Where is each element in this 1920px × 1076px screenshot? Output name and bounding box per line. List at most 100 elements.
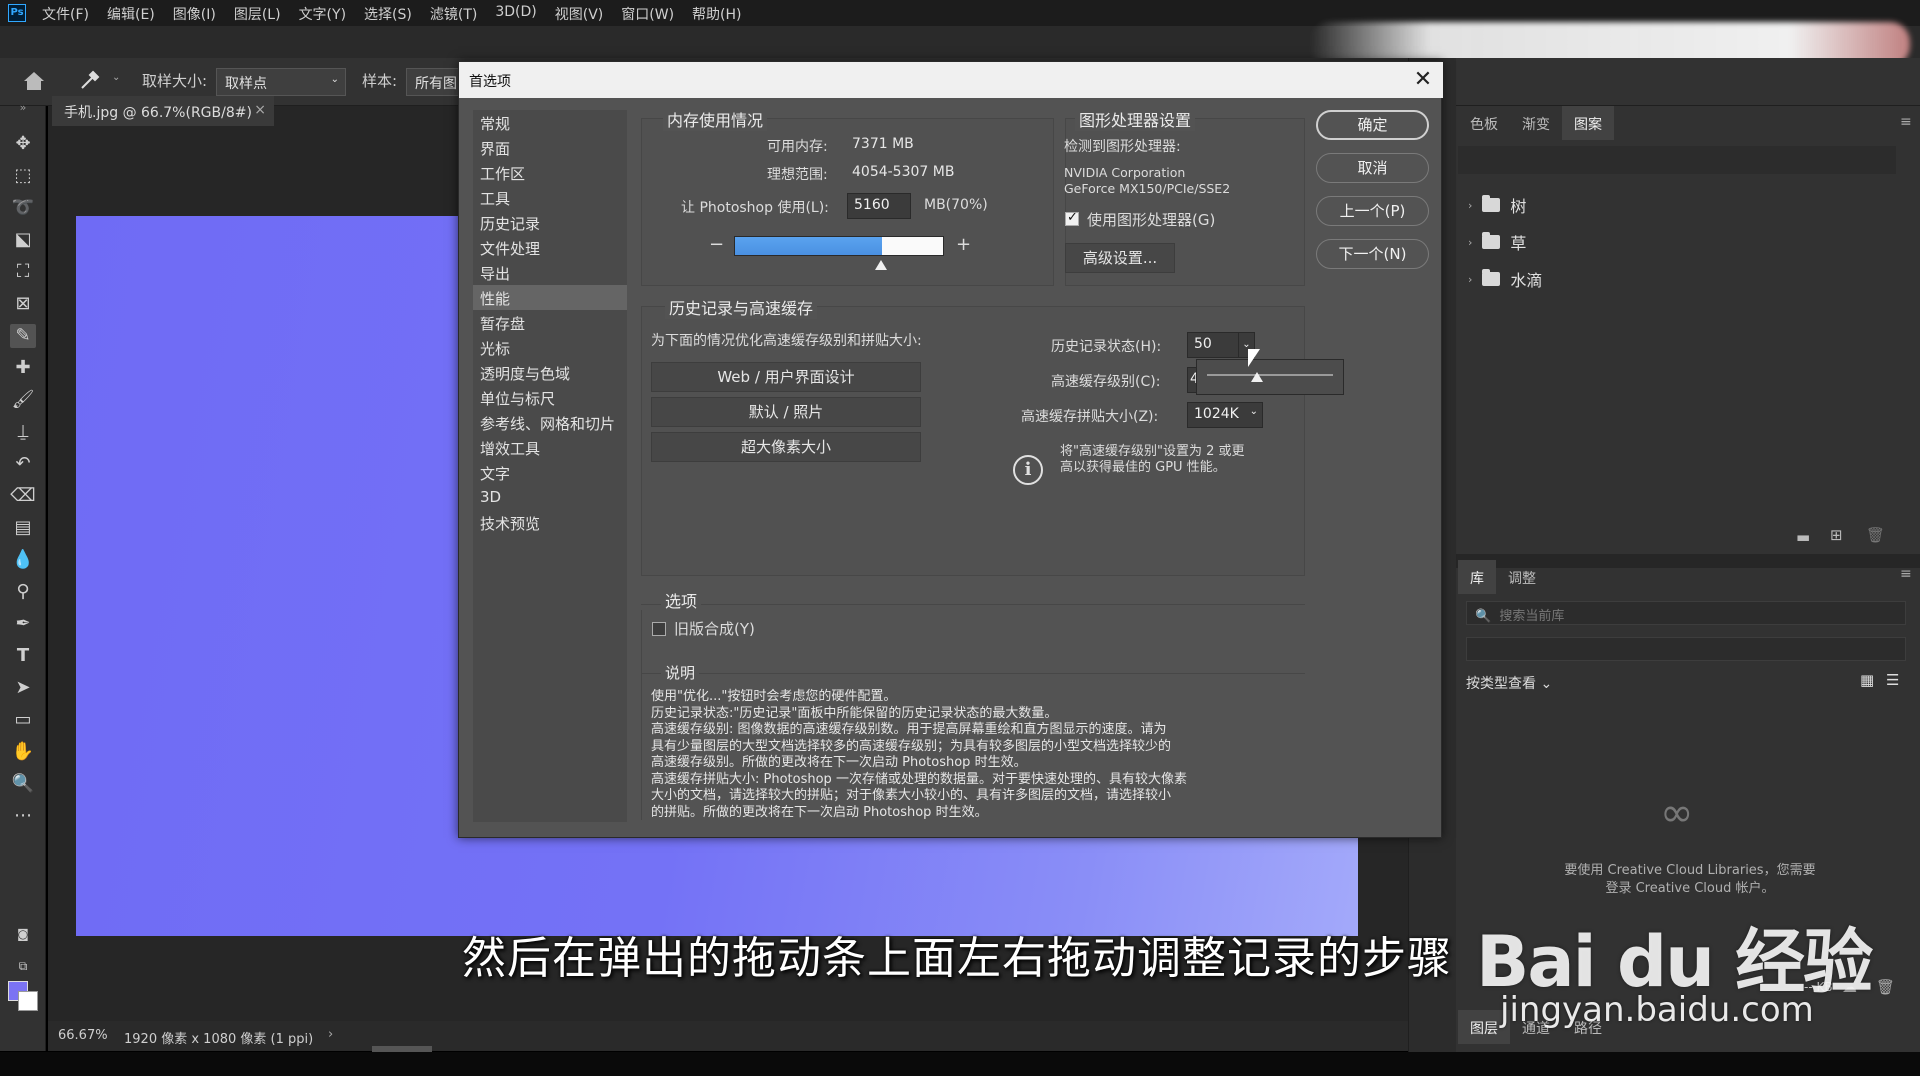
collapse-icon[interactable]: »	[10, 96, 36, 120]
tile-size-select[interactable]: 1024K ⌄	[1187, 402, 1263, 428]
cancel-button[interactable]: 取消	[1316, 153, 1429, 183]
cache-preset-button[interactable]: Web / 用户界面设计	[651, 362, 921, 392]
move-tool-icon[interactable]: ✥	[10, 132, 36, 156]
more-tools-icon[interactable]: ⋯	[10, 804, 36, 828]
panel-tab[interactable]: 图案	[1562, 106, 1614, 140]
library-dropdown[interactable]	[1466, 637, 1906, 661]
eyedropper-tool-icon[interactable]: ✎	[10, 324, 36, 348]
rectangle-tool-icon[interactable]: ▭	[10, 708, 36, 732]
dodge-tool-icon[interactable]: ⚲	[10, 580, 36, 604]
grid-view-icon[interactable]: ▦	[1860, 671, 1874, 689]
zoom-tool-icon[interactable]: 🔍	[10, 772, 36, 796]
pattern-group-row[interactable]: › 树	[1468, 191, 1526, 219]
menu-item[interactable]: 视图(V)	[555, 4, 604, 24]
screen-mode-icon[interactable]: ⧉	[10, 954, 36, 978]
memory-decrease-button[interactable]: −	[709, 234, 724, 255]
memory-increase-button[interactable]: +	[956, 234, 971, 255]
chevron-right-icon[interactable]: ›	[1468, 199, 1472, 212]
frame-tool-icon[interactable]: ⊠	[10, 292, 36, 316]
nav-item[interactable]: 界面	[473, 135, 627, 160]
menu-item[interactable]: 编辑(E)	[107, 4, 155, 24]
close-tab-icon[interactable]: ×	[254, 102, 266, 118]
pattern-search[interactable]	[1458, 146, 1896, 174]
quick-mask-icon[interactable]: ◙	[10, 922, 36, 946]
prev-button[interactable]: 上一个(P)	[1316, 196, 1429, 226]
history-brush-tool-icon[interactable]: ↶	[10, 452, 36, 476]
nav-item[interactable]: 文字	[473, 460, 627, 485]
nav-item[interactable]: 技术预览	[473, 510, 627, 535]
list-view-icon[interactable]: ☰	[1886, 671, 1899, 689]
menu-item[interactable]: 文字(Y)	[299, 4, 346, 24]
new-pattern-icon[interactable]: ⊞	[1830, 526, 1843, 544]
nav-item[interactable]: 暂存盘	[473, 310, 627, 335]
nav-item[interactable]: 参考线、网格和切片	[473, 410, 627, 435]
next-button[interactable]: 下一个(N)	[1316, 239, 1429, 269]
menu-item[interactable]: 3D(D)	[495, 4, 536, 24]
tool-preset-chevron-icon[interactable]: ⌄	[112, 72, 120, 83]
ok-button[interactable]: 确定	[1316, 110, 1429, 140]
marquee-tool-icon[interactable]: ⬚	[10, 164, 36, 188]
background-color-swatch[interactable]	[18, 991, 38, 1011]
panel-tab[interactable]: 库	[1458, 560, 1496, 594]
nav-item[interactable]: 工作区	[473, 160, 627, 185]
type-tool-icon[interactable]: T	[10, 644, 36, 668]
nav-item[interactable]: 增效工具	[473, 435, 627, 460]
cache-preset-button[interactable]: 超大像素大小	[651, 432, 921, 462]
nav-item[interactable]: 文件处理	[473, 235, 627, 260]
nav-item[interactable]: 历史记录	[473, 210, 627, 235]
menu-item[interactable]: 图像(I)	[173, 4, 216, 24]
hand-tool-icon[interactable]: ✋	[10, 740, 36, 764]
panel-tab[interactable]: 渐变	[1510, 106, 1562, 140]
menu-item[interactable]: 图层(L)	[234, 4, 281, 24]
use-gpu-checkbox[interactable]	[1065, 210, 1079, 226]
healing-brush-tool-icon[interactable]: ✚	[10, 356, 36, 380]
nav-item[interactable]: 光标	[473, 335, 627, 360]
library-delete-icon[interactable]: 🗑	[1876, 978, 1895, 996]
home-icon[interactable]	[22, 70, 46, 92]
lasso-tool-icon[interactable]: ➰	[10, 196, 36, 220]
eraser-tool-icon[interactable]: ⌫	[10, 484, 36, 508]
chevron-right-icon[interactable]: ›	[1468, 273, 1472, 286]
pen-tool-icon[interactable]: ✒	[10, 612, 36, 636]
zoom-level[interactable]: 66.67%	[58, 1028, 108, 1043]
library-search[interactable]: 🔍 搜索当前库	[1466, 601, 1906, 625]
menu-item[interactable]: 选择(S)	[364, 4, 412, 24]
stamp-tool-icon[interactable]: ⍊	[10, 420, 36, 444]
menu-item[interactable]: 文件(F)	[42, 4, 89, 24]
popup-slider-thumb[interactable]	[1251, 372, 1264, 382]
view-by-type[interactable]: 按类型查看 ⌄	[1466, 673, 1552, 693]
chevron-right-icon[interactable]: ›	[1468, 236, 1472, 249]
panel-tab[interactable]: 色板	[1458, 106, 1510, 140]
pattern-group-row[interactable]: › 水滴	[1468, 265, 1542, 293]
nav-item[interactable]: 性能	[473, 285, 627, 310]
nav-item[interactable]: 透明度与色域	[473, 360, 627, 385]
photoshop-use-input[interactable]: 5160	[847, 193, 911, 219]
panel-tab[interactable]: 调整	[1496, 560, 1548, 594]
cache-preset-button[interactable]: 默认 / 照片	[651, 397, 921, 427]
new-group-folder-icon[interactable]: ▬	[1796, 528, 1810, 546]
blur-tool-icon[interactable]: 💧	[10, 548, 36, 572]
pattern-group-row[interactable]: › 草	[1468, 228, 1526, 256]
object-select-tool-icon[interactable]: ⬕	[10, 228, 36, 252]
menu-item[interactable]: 窗口(W)	[621, 4, 674, 24]
history-states-popup-slider[interactable]	[1196, 359, 1344, 395]
menu-item[interactable]: 帮助(H)	[692, 4, 741, 24]
memory-slider-thumb[interactable]	[875, 260, 887, 270]
nav-item[interactable]: 常规	[473, 110, 627, 135]
nav-item[interactable]: 3D	[473, 485, 627, 510]
sample-select[interactable]: 所有图	[406, 68, 466, 96]
memory-slider[interactable]	[734, 236, 944, 256]
panel-menu-icon[interactable]: ≡	[1900, 114, 1912, 130]
history-states-input[interactable]: 50 ⌄	[1187, 332, 1255, 358]
gradient-tool-icon[interactable]: ▤	[10, 516, 36, 540]
advanced-settings-button[interactable]: 高级设置...	[1065, 243, 1175, 273]
nav-item[interactable]: 工具	[473, 185, 627, 210]
library-menu-icon[interactable]: ≡	[1900, 566, 1912, 582]
delete-icon[interactable]: 🗑	[1866, 526, 1885, 544]
nav-item[interactable]: 单位与标尺	[473, 385, 627, 410]
nav-item[interactable]: 导出	[473, 260, 627, 285]
document-tab[interactable]: 手机.jpg @ 66.7%(RGB/8#) ×	[52, 96, 274, 126]
document-dimensions[interactable]: 1920 像素 x 1080 像素 (1 ppi)	[124, 1028, 313, 1047]
brush-tool-icon[interactable]: 🖌	[10, 388, 36, 412]
sample-size-select[interactable]: 取样点 ⌄	[216, 68, 346, 96]
